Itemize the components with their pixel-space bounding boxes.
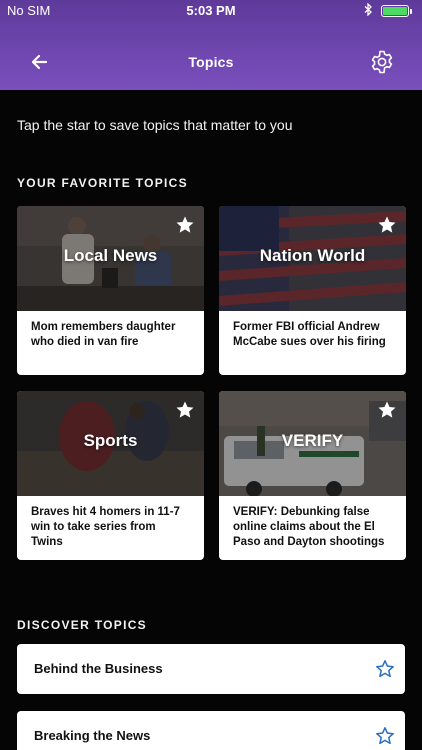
settings-button[interactable] [369, 49, 395, 75]
topic-headline: Former FBI official Andrew McCabe sues o… [233, 321, 386, 348]
topic-image: Nation World [219, 206, 406, 311]
topic-card-verify[interactable]: VERIFY VERIFY: Debunking false online cl… [219, 391, 406, 560]
topic-image: Local News [17, 206, 204, 311]
topic-card-local-news[interactable]: Local News Mom remembers daughter who di… [17, 206, 204, 375]
clock: 5:03 PM [186, 3, 236, 18]
topic-label: Sports [83, 431, 138, 450]
page-title: Topics [188, 54, 234, 70]
star-filled-icon[interactable] [175, 400, 195, 420]
topic-image: VERIFY [219, 391, 406, 496]
gear-icon [371, 50, 393, 74]
favorites-section-title: YOUR FAVORITE TOPICS [17, 176, 188, 190]
star-filled-icon[interactable] [377, 400, 397, 420]
star-filled-icon[interactable] [175, 215, 195, 235]
discover-item-breaking-the-news[interactable]: Breaking the News [17, 711, 405, 750]
topic-label: VERIFY [281, 431, 344, 450]
topic-headline: Mom remembers daughter who died in van f… [31, 321, 176, 348]
topic-label: Local News [63, 246, 158, 265]
topic-card-sports[interactable]: Sports Braves hit 4 homers in 11-7 win t… [17, 391, 204, 560]
star-outline-icon[interactable] [375, 726, 395, 746]
intro-text: Tap the star to save topics that matter … [17, 117, 293, 133]
star-filled-icon[interactable] [377, 215, 397, 235]
discover-section-title: DISCOVER TOPICS [17, 618, 147, 632]
topic-headline: Braves hit 4 homers in 11-7 win to take … [31, 506, 180, 548]
topic-card-nation-world[interactable]: Nation World Former FBI official Andrew … [219, 206, 406, 375]
discover-item-label: Behind the Business [34, 661, 163, 676]
app-header: No SIM 5:03 PM Topics [0, 0, 422, 90]
battery-icon [381, 5, 409, 17]
bluetooth-icon [364, 2, 373, 19]
topic-image: Sports [17, 391, 204, 496]
star-outline-icon[interactable] [375, 659, 395, 679]
topic-headline: VERIFY: Debunking false online claims ab… [233, 506, 385, 548]
topic-label: Nation World [259, 246, 366, 265]
status-bar: No SIM 5:03 PM [0, 0, 422, 22]
discover-item-label: Breaking the News [34, 728, 151, 743]
discover-item-behind-the-business[interactable]: Behind the Business [17, 644, 405, 694]
